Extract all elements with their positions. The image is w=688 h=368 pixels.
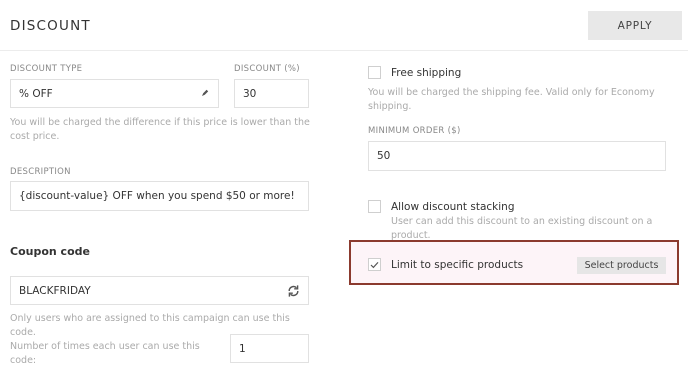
coupon-code-input[interactable]: BLACKFRIDAY <box>10 276 309 305</box>
stacking-help-text: User can add this discount to an existin… <box>391 216 653 241</box>
minimum-order-label: MINIMUM ORDER ($) <box>368 126 461 136</box>
free-shipping-help-text: You will be charged the shipping fee. Va… <box>368 87 655 112</box>
select-products-button[interactable]: Select products <box>577 257 666 274</box>
discount-type-value: % OFF <box>19 87 53 100</box>
refresh-icon[interactable] <box>287 284 300 298</box>
discount-percent-label: DISCOUNT (%) <box>234 64 300 74</box>
discount-type-select[interactable]: % OFF <box>10 79 219 108</box>
minimum-order-input[interactable]: 50 <box>368 141 666 171</box>
description-value: {discount-value} OFF when you spend $50 … <box>19 190 295 202</box>
free-shipping-checkbox[interactable] <box>368 66 381 79</box>
header-divider <box>0 50 688 51</box>
page-title: DISCOUNT <box>10 18 91 34</box>
limit-products-label: Limit to specific products <box>391 259 524 271</box>
checkmark-icon <box>370 261 379 268</box>
stacking-checkbox[interactable] <box>368 200 381 213</box>
coupon-code-value: BLACKFRIDAY <box>19 284 91 297</box>
minimum-order-value: 50 <box>377 150 391 162</box>
uses-per-user-input[interactable]: 1 <box>230 334 309 363</box>
limit-products-checkbox[interactable] <box>368 258 381 271</box>
discount-help-text: You will be charged the difference if th… <box>10 117 310 142</box>
discount-percent-value: 30 <box>243 87 257 100</box>
discount-percent-input[interactable]: 30 <box>234 79 309 108</box>
free-shipping-label: Free shipping <box>391 67 462 79</box>
description-label: DESCRIPTION <box>10 167 71 177</box>
uses-per-user-value: 1 <box>239 342 246 355</box>
discount-type-label: DISCOUNT TYPE <box>10 64 83 74</box>
apply-button[interactable]: APPLY <box>588 11 682 40</box>
stacking-label: Allow discount stacking <box>391 201 515 213</box>
uses-per-user-label: Number of times each user can use this c… <box>10 341 200 366</box>
description-input[interactable]: {discount-value} OFF when you spend $50 … <box>10 181 309 211</box>
coupon-code-title: Coupon code <box>10 245 90 258</box>
pencil-icon <box>201 89 209 97</box>
